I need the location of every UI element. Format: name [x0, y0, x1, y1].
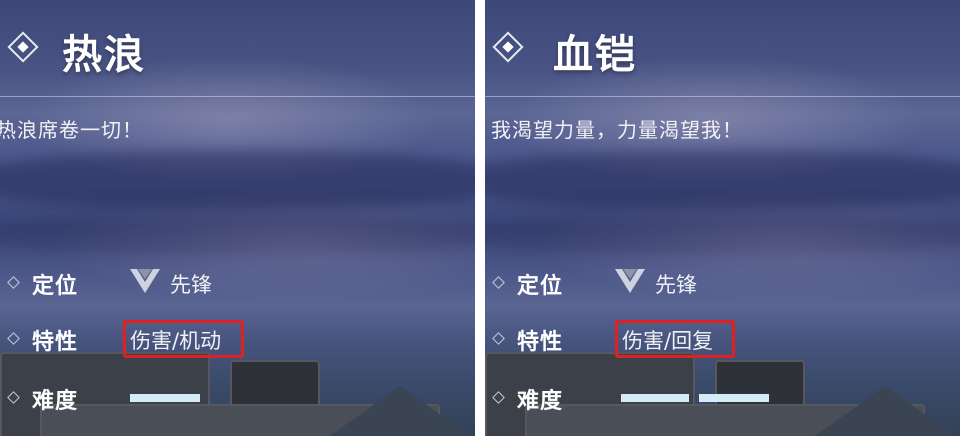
difficulty-bar-segment — [130, 394, 200, 402]
role-label: 定位 — [32, 274, 79, 299]
hero-slogan: 我渴望力量，力量渴望我！ — [491, 118, 743, 142]
role-value: 先锋 — [655, 273, 697, 297]
difficulty-label: 难度 — [32, 389, 79, 414]
attribute-row-role: 定位 先锋 — [0, 264, 475, 300]
hero-slogan: 热浪席卷一切！ — [0, 118, 143, 142]
role-label: 定位 — [517, 274, 564, 299]
attribute-row-difficulty: 难度 — [0, 379, 475, 415]
title-divider — [485, 96, 960, 97]
attribute-row-difficulty: 难度 — [485, 379, 960, 415]
cloud-shadow — [485, 150, 960, 210]
panel-divider — [475, 0, 485, 436]
vanguard-chevron-icon — [130, 269, 160, 293]
trait-label: 特性 — [32, 330, 79, 355]
difficulty-bar-segment — [621, 394, 689, 402]
attribute-row-trait: 特性 伤害/回复 — [485, 320, 960, 358]
bullet-diamond-icon — [492, 276, 505, 289]
bullet-diamond-icon — [7, 332, 20, 345]
hero-panel-right: 血铠 我渴望力量，力量渴望我！ 定位 先锋 特性 伤害/回复 难度 — [485, 0, 960, 436]
trait-label: 特性 — [517, 330, 564, 355]
hero-name: 热浪 — [62, 32, 146, 78]
title-diamond-icon — [492, 31, 524, 63]
vanguard-chevron-icon — [615, 269, 645, 293]
attribute-row-trait: 特性 伤害/机动 — [0, 320, 475, 358]
difficulty-bar-segment — [699, 394, 769, 402]
title-diamond-icon — [7, 31, 39, 63]
title-divider — [0, 96, 475, 97]
difficulty-label: 难度 — [517, 389, 564, 414]
cloud-shadow — [0, 215, 475, 255]
hero-name: 血铠 — [553, 32, 637, 78]
hero-panel-left: 热浪 热浪席卷一切！ 定位 先锋 特性 伤害/机动 难度 — [0, 0, 475, 436]
bullet-diamond-icon — [492, 332, 505, 345]
hero-comparison: 热浪 热浪席卷一切！ 定位 先锋 特性 伤害/机动 难度 血铠 我渴望力量，力量… — [0, 0, 960, 436]
cloud-shadow — [485, 215, 960, 255]
trait-value: 伤害/回复 — [622, 329, 714, 353]
attribute-row-role: 定位 先锋 — [485, 264, 960, 300]
role-value: 先锋 — [170, 273, 212, 297]
bullet-diamond-icon — [7, 391, 20, 404]
bullet-diamond-icon — [492, 391, 505, 404]
trait-value: 伤害/机动 — [130, 329, 222, 353]
bullet-diamond-icon — [7, 276, 20, 289]
cloud-shadow — [0, 150, 475, 210]
